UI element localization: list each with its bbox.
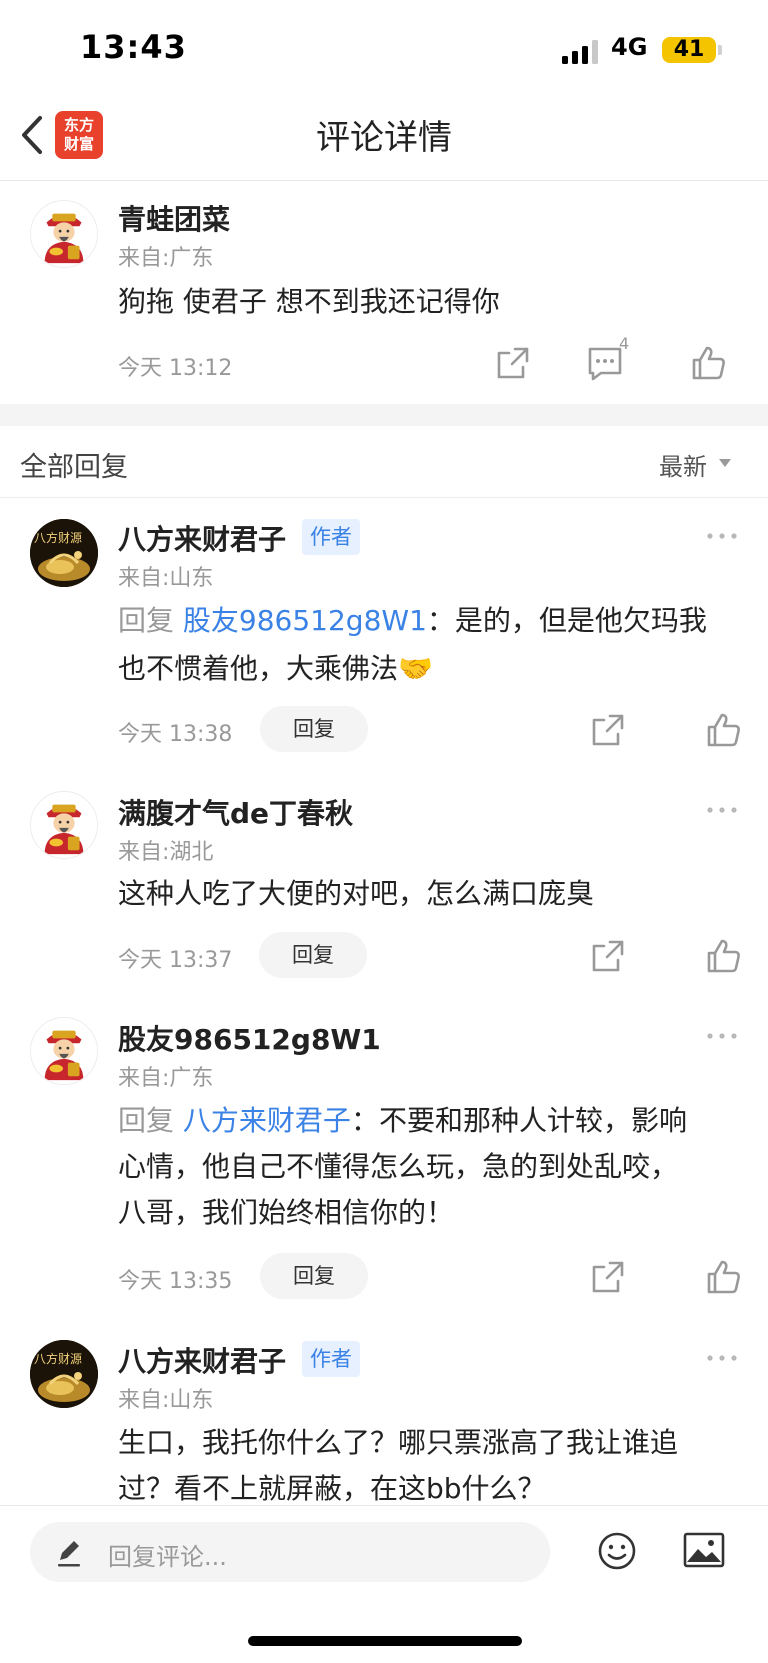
reply-prefix: 回复: [118, 1104, 175, 1137]
username[interactable]: 八方来财君子: [118, 1340, 286, 1380]
reply-content-line: 生口，我托你什么了？哪只票涨高了我让谁追: [118, 1426, 679, 1459]
thumbs-up-icon[interactable]: [703, 936, 743, 976]
sort-dropdown[interactable]: 最新: [659, 447, 707, 482]
origin-label: 来自:山东: [118, 566, 214, 591]
reply-content-line: 也不惯着他，大乘佛法🤝: [118, 652, 433, 685]
reply-input-placeholder[interactable]: 回复评论...: [108, 1537, 227, 1572]
battery-indicator: 41: [662, 37, 716, 63]
thumbs-up-icon[interactable]: [703, 1257, 743, 1297]
author-badge: 作者: [302, 519, 360, 555]
username[interactable]: 八方来财君子: [118, 518, 286, 558]
avatar-image: [31, 201, 97, 267]
signal-icon: [562, 40, 598, 64]
more-dots-icon[interactable]: [704, 526, 740, 546]
avatar-image: [31, 1018, 97, 1084]
avatar[interactable]: [30, 791, 98, 859]
username[interactable]: 股友986512g8W1: [118, 1018, 381, 1058]
avatar[interactable]: 八方财源: [30, 1340, 98, 1408]
avatar[interactable]: [30, 200, 98, 268]
pencil-icon: [58, 1541, 80, 1567]
origin-label: 来自:山东: [118, 1388, 214, 1413]
origin-label: 来自:广东: [118, 1066, 214, 1091]
all-replies-title: 全部回复: [20, 452, 128, 483]
avatar[interactable]: [30, 1017, 98, 1085]
comment-time: 今天 13:12: [118, 356, 233, 381]
home-indicator: [248, 1636, 522, 1646]
reply-prefix: 回复: [118, 604, 175, 637]
section-gap: [0, 404, 768, 426]
origin-label: 来自:广东: [118, 246, 214, 271]
network-label: 4G: [611, 33, 648, 61]
username[interactable]: 青蛙团菜: [118, 198, 230, 238]
reply-target-link[interactable]: 股友986512g8W1: [183, 604, 427, 637]
share-icon[interactable]: [588, 710, 628, 750]
avatar-text: 八方财源: [34, 531, 83, 545]
reply-time: 今天 13:35: [118, 1269, 233, 1294]
reply-count: 4: [619, 334, 630, 353]
reply-content-line: 回复 股友986512g8W1：是的，但是他欠玛我: [118, 597, 707, 645]
page-title: 评论详情: [316, 118, 452, 158]
reply-button[interactable]: 回复: [260, 706, 368, 752]
nav-divider: [0, 180, 768, 181]
more-dots-icon[interactable]: [704, 800, 740, 820]
reply-text: ：不要和那种人计较，影响: [350, 1104, 687, 1137]
share-icon[interactable]: [588, 1257, 628, 1297]
reply-button[interactable]: 回复: [260, 1253, 368, 1299]
more-dots-icon[interactable]: [704, 1026, 740, 1046]
author-badge: 作者: [302, 1341, 360, 1377]
avatar[interactable]: 八方财源: [30, 519, 98, 587]
share-icon[interactable]: [493, 343, 533, 383]
section-divider: [0, 497, 768, 498]
reply-content-line: 八哥，我们始终相信你的！: [118, 1196, 455, 1229]
reply-time: 今天 13:38: [118, 722, 233, 747]
reply-button[interactable]: 回复: [259, 932, 367, 978]
username[interactable]: 满腹才气de丁春秋: [118, 792, 353, 832]
reply-content-line: 回复 八方来财君子：不要和那种人计较，影响: [118, 1097, 687, 1145]
origin-label: 来自:湖北: [118, 840, 214, 865]
share-icon[interactable]: [588, 936, 628, 976]
comment-content: 狗拖 使君子 想不到我还记得你: [118, 285, 500, 318]
reply-content-line: 心情，他自己不懂得怎么玩，急的到处乱咬，: [118, 1150, 679, 1183]
reply-text: ：是的，但是他欠玛我: [426, 604, 707, 637]
battery-tip: [718, 45, 722, 55]
status-time: 13:43: [80, 28, 187, 66]
reply-time: 今天 13:37: [118, 948, 233, 973]
avatar-text: 八方财源: [34, 1352, 83, 1366]
reply-target-link[interactable]: 八方来财君子: [183, 1104, 351, 1137]
more-dots-icon[interactable]: [704, 1348, 740, 1368]
thumbs-up-icon[interactable]: [703, 710, 743, 750]
thumbs-up-icon[interactable]: [688, 343, 728, 383]
bottom-bar-divider: [0, 1505, 768, 1506]
reply-content-line: 这种人吃了大便的对吧，怎么满口庞臭: [118, 877, 595, 910]
emoji-icon[interactable]: [597, 1531, 637, 1571]
image-icon[interactable]: [683, 1532, 725, 1568]
avatar-image: [31, 792, 97, 858]
caret-down-icon[interactable]: [718, 458, 732, 468]
